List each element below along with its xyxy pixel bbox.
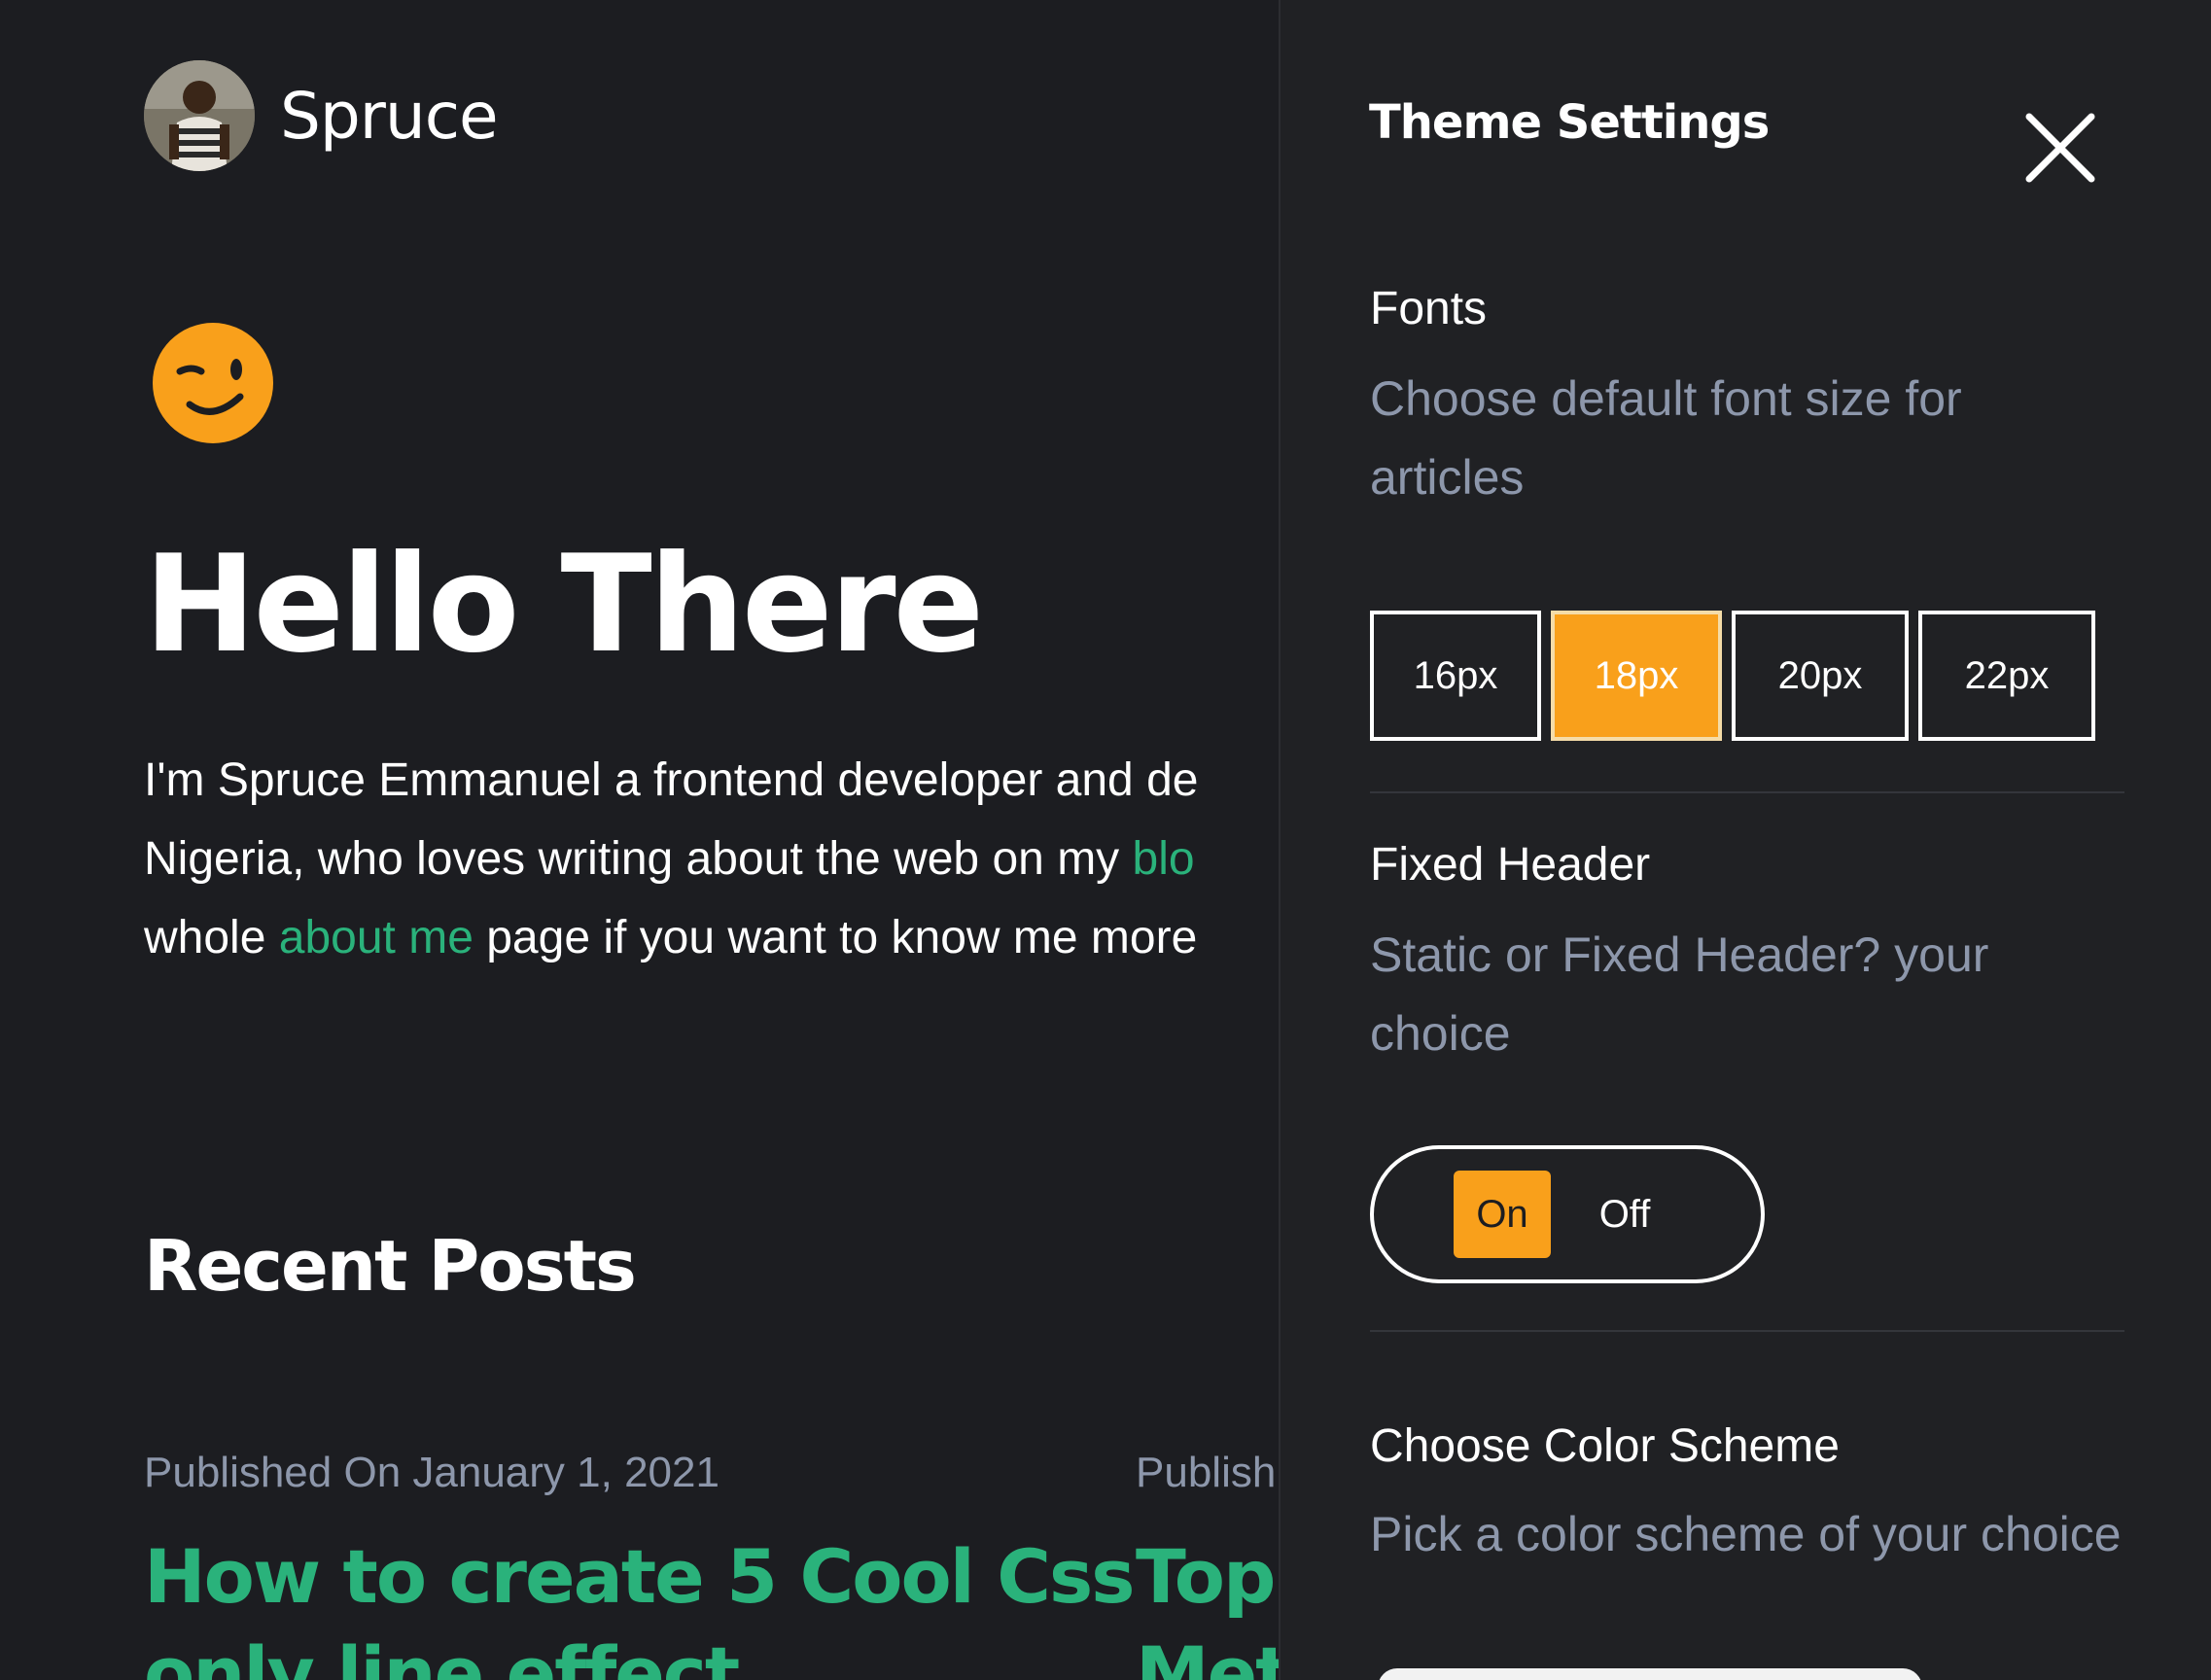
color-scheme-section-title: Choose Color Scheme: [1370, 1420, 1840, 1472]
page-title: Hello There: [144, 526, 984, 682]
post-title-line-1: How to create 5 Cool Css: [144, 1533, 1135, 1620]
fixed-header-on-option[interactable]: On: [1454, 1171, 1551, 1258]
intro-line-3-text: whole: [144, 912, 279, 963]
about-me-link[interactable]: about me: [279, 912, 474, 963]
font-size-options: 16px 18px 20px 22px: [1370, 611, 2095, 741]
close-icon: [2025, 113, 2095, 183]
fonts-section-description: Choose default font size for articles: [1370, 371, 1962, 505]
font-size-18-button[interactable]: 18px: [1551, 611, 1722, 741]
blog-link[interactable]: blo: [1133, 833, 1195, 885]
site-name: Spruce: [280, 78, 499, 154]
divider: [1370, 791, 2124, 793]
winking-face-icon: [153, 323, 273, 443]
intro-line-2-text: Nigeria, who loves writing about the web…: [144, 833, 1133, 885]
divider: [1370, 1330, 2124, 1332]
fixed-header-section-title: Fixed Header: [1370, 839, 1651, 891]
post-title-link[interactable]: Top Met: [1136, 1528, 1291, 1680]
fixed-header-section-description: Static or Fixed Header? your choice: [1370, 928, 1989, 1061]
recent-posts-heading: Recent Posts: [144, 1225, 637, 1307]
site-brand-link[interactable]: Spruce: [144, 60, 499, 171]
intro-line-3-text-end: page if you want to know me more: [473, 912, 1198, 963]
fixed-header-toggle: On Off: [1370, 1145, 1765, 1283]
close-button[interactable]: [2023, 111, 2097, 185]
color-scheme-section-description: Pick a color scheme of your choice: [1370, 1507, 2122, 1561]
post-title-line-2: only line effect: [144, 1630, 740, 1680]
post-date: Publish: [1136, 1449, 1277, 1496]
post-date: Published On January 1, 2021: [144, 1449, 719, 1496]
fixed-header-off-option[interactable]: Off: [1576, 1171, 1673, 1258]
intro-line-2: Nigeria, who loves writing about the web…: [144, 820, 1272, 898]
font-size-22-button[interactable]: 22px: [1918, 611, 2095, 741]
post-title-link[interactable]: How to create 5 Cool Css only line effect: [144, 1528, 1135, 1680]
intro-line-1: I'm Spruce Emmanuel a frontend developer…: [144, 754, 1199, 806]
post-title-line-2: Met: [1136, 1630, 1291, 1680]
avatar: [144, 60, 255, 171]
intro-line-3: whole about me page if you want to know …: [144, 898, 1272, 977]
intro-paragraph: I'm Spruce Emmanuel a frontend developer…: [144, 741, 1272, 977]
theme-settings-drawer: Theme Settings Fonts Choose default font…: [1279, 0, 2211, 1680]
fonts-section-title: Fonts: [1370, 283, 1488, 334]
drawer-title: Theme Settings: [1369, 95, 1770, 150]
font-size-16-button[interactable]: 16px: [1370, 611, 1541, 741]
post-title-line-1: Top: [1136, 1533, 1276, 1620]
color-scheme-option[interactable]: [1378, 1668, 1922, 1680]
font-size-20-button[interactable]: 20px: [1732, 611, 1909, 741]
